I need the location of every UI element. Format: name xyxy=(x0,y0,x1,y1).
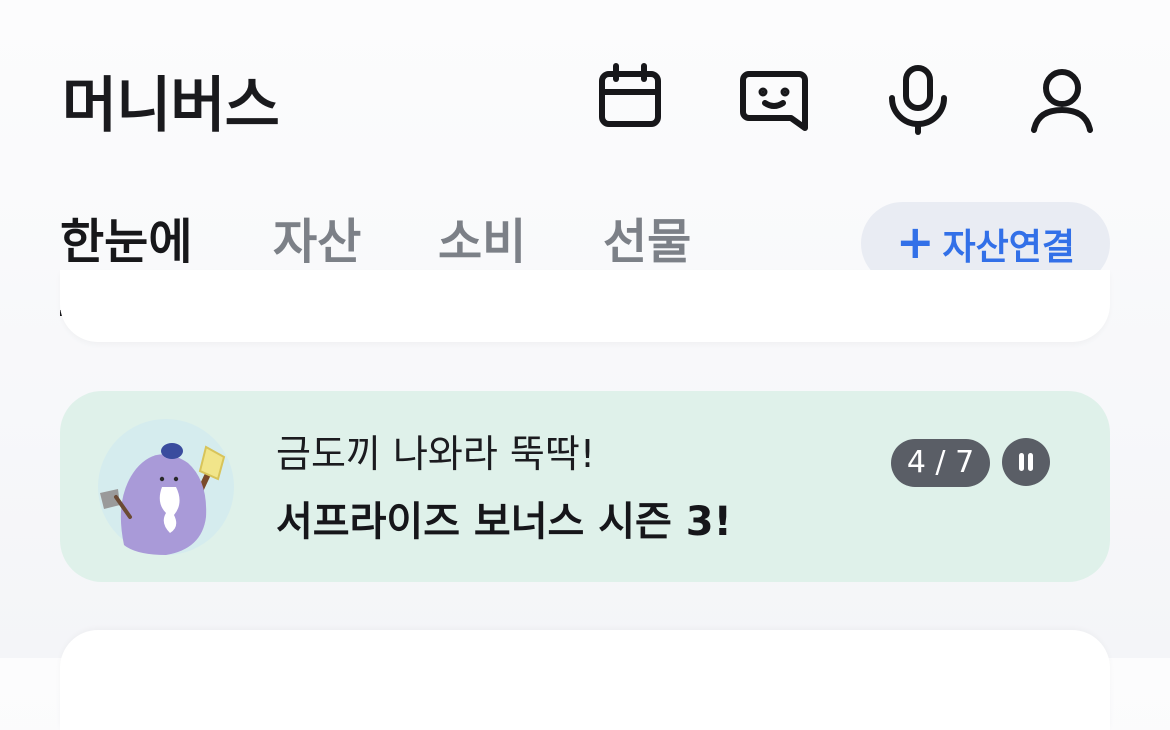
pause-icon xyxy=(1019,453,1033,471)
chat-smile-icon[interactable] xyxy=(737,62,809,138)
tab-assets[interactable]: 자산 xyxy=(273,212,361,272)
banner-title: 금도끼 나와라 뚝딱! xyxy=(276,432,596,476)
tab-overview[interactable]: 한눈에 xyxy=(60,212,192,272)
promo-banner[interactable]: 금도끼 나와라 뚝딱! 서프라이즈 보너스 시즌 3! 4 / 7 xyxy=(60,391,1110,582)
user-icon[interactable] xyxy=(1026,62,1098,138)
pause-button[interactable] xyxy=(1002,438,1050,486)
purple-character-with-axe-icon xyxy=(96,417,236,557)
app-title: 머니버스 xyxy=(62,71,280,141)
tab-spending[interactable]: 소비 xyxy=(438,212,526,272)
banner-page-counter: 4 / 7 xyxy=(891,439,990,487)
card-below xyxy=(60,630,1110,730)
microphone-icon[interactable] xyxy=(882,62,954,138)
tab-gifts[interactable]: 선물 xyxy=(603,212,691,272)
card-above xyxy=(60,270,1110,342)
calendar-icon[interactable] xyxy=(594,62,666,138)
plus-icon: + xyxy=(895,214,935,269)
banner-subtitle: 서프라이즈 보너스 시즌 3! xyxy=(276,499,732,545)
connect-assets-label: 자산연결 xyxy=(942,226,1076,268)
